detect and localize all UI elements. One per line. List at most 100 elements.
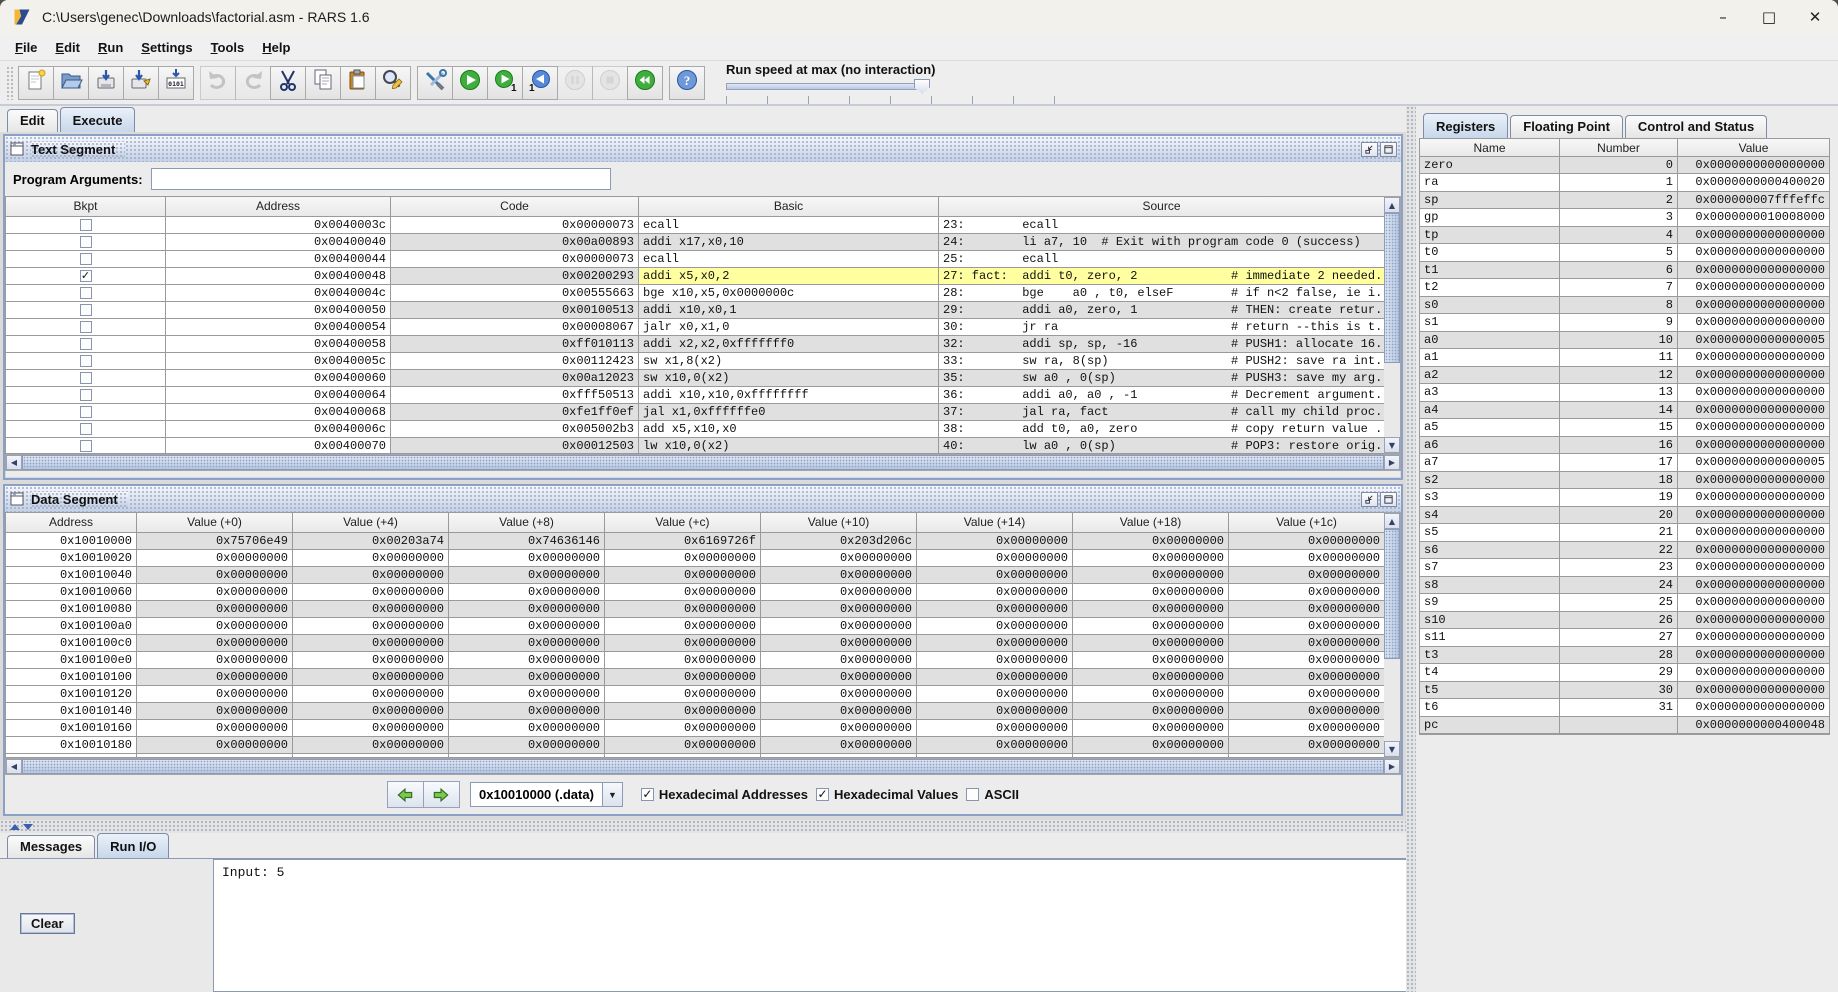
breakpoint-checkbox[interactable] [80,372,92,384]
register-value-cell[interactable]: 0x0000000000000000 [1678,419,1829,437]
value-cell[interactable]: 0x00000000 [1229,635,1384,652]
value-cell[interactable]: 0x00000000 [449,703,605,720]
register-value-cell[interactable]: 0x0000000000000000 [1678,297,1829,315]
register-value-cell[interactable]: 0x0000000000000005 [1678,332,1829,350]
value-cell[interactable]: 0x00000000 [761,737,917,754]
value-cell[interactable]: 0x00000000 [293,584,449,601]
register-value-cell[interactable]: 0x0000000000000000 [1678,402,1829,420]
value-cell[interactable]: 0x00000000 [1229,686,1384,703]
value-cell[interactable]: 0x00000000 [1229,567,1384,584]
scrollbar-thumb[interactable] [1384,529,1400,659]
data-segment-vscrollbar[interactable]: ▲ ▼ [1384,512,1401,758]
assemble-button[interactable] [417,66,453,100]
frame-iconify-button[interactable] [1361,492,1378,507]
value-cell[interactable]: 0x00000000 [449,652,605,669]
value-cell[interactable]: 0x00000000 [605,737,761,754]
value-cell[interactable]: 0x74636146 [449,533,605,550]
breakpoint-checkbox[interactable] [80,304,92,316]
scroll-up-icon[interactable]: ▲ [1384,513,1400,529]
value-cell[interactable]: 0x00000000 [605,601,761,618]
breakpoint-checkbox[interactable] [80,287,92,299]
value-cell[interactable]: 0x00000000 [1229,737,1384,754]
value-cell[interactable]: 0x00000000 [917,686,1073,703]
value-cell[interactable]: 0x00000000 [1229,584,1384,601]
breakpoint-checkbox[interactable] [80,440,92,452]
checkbox-ascii[interactable]: ASCII [966,787,1019,802]
run-step-button[interactable]: 1 [487,66,523,100]
scroll-left-icon[interactable]: ◀ [6,759,22,774]
frame-maximize-button[interactable] [1380,142,1397,157]
value-cell[interactable]: 0x00000000 [1073,618,1229,635]
value-cell[interactable]: 0x00000000 [1229,618,1384,635]
register-value-cell[interactable]: 0x0000000000000000 [1678,524,1829,542]
text-segment-hscrollbar[interactable]: ◀ ▶ [5,454,1401,471]
register-value-cell[interactable]: 0x0000000000000000 [1678,647,1829,665]
value-cell[interactable]: 0x00000000 [761,720,917,737]
new-file-button[interactable] [18,66,54,100]
register-value-cell[interactable]: 0x0000000000000000 [1678,594,1829,612]
value-cell[interactable]: 0x00000000 [761,703,917,720]
scroll-down-icon[interactable]: ▼ [1384,437,1400,453]
scroll-right-icon[interactable]: ▶ [1384,759,1400,774]
register-value-cell[interactable]: 0x0000000000400048 [1678,717,1829,735]
register-value-cell[interactable]: 0x0000000000000000 [1678,489,1829,507]
save-file-button[interactable] [88,66,124,100]
run-speed-slider-track[interactable] [726,83,922,90]
value-cell[interactable]: 0x00000000 [449,635,605,652]
register-value-cell[interactable]: 0x0000000000000000 [1678,612,1829,630]
value-cell[interactable]: 0x00000000 [449,601,605,618]
value-cell[interactable]: 0x00000000 [449,584,605,601]
data-segment-hscrollbar[interactable]: ◀ ▶ [5,758,1401,775]
horizontal-split-divider[interactable] [0,820,1406,833]
register-value-cell[interactable]: 0x0000000000000000 [1678,157,1829,175]
value-cell[interactable]: 0x00000000 [605,550,761,567]
checkbox-hexadecimal-addresses[interactable]: ✓Hexadecimal Addresses [641,787,808,802]
value-cell[interactable]: 0x00000000 [917,550,1073,567]
value-cell[interactable]: 0x00000000 [605,635,761,652]
value-cell[interactable]: 0x00000000 [1229,720,1384,737]
value-cell[interactable]: 0x00000000 [1073,533,1229,550]
register-value-cell[interactable]: 0x0000000000000000 [1678,244,1829,262]
value-cell[interactable]: 0x00000000 [449,618,605,635]
value-cell[interactable]: 0x00000000 [1073,652,1229,669]
register-value-cell[interactable]: 0x0000000000400020 [1678,174,1829,192]
maximize-button[interactable]: □ [1746,0,1792,34]
value-cell[interactable]: 0x00000000 [917,703,1073,720]
value-cell[interactable]: 0x00000000 [1073,550,1229,567]
menu-help[interactable]: Help [253,37,299,58]
value-cell[interactable]: 0x00000000 [917,618,1073,635]
value-cell[interactable]: 0x00000000 [293,652,449,669]
register-value-cell[interactable]: 0x0000000000000005 [1678,454,1829,472]
value-cell[interactable]: 0x00000000 [605,652,761,669]
tab-run-i-o[interactable]: Run I/O [97,833,169,858]
value-cell[interactable]: 0x00000000 [761,635,917,652]
value-cell[interactable]: 0x00000000 [1229,669,1384,686]
value-cell[interactable]: 0x00000000 [605,703,761,720]
value-cell[interactable]: 0x00000000 [293,686,449,703]
value-cell[interactable]: 0x00000000 [449,550,605,567]
tab-edit[interactable]: Edit [7,109,58,132]
menu-tools[interactable]: Tools [202,37,254,58]
value-cell[interactable]: 0x00000000 [449,669,605,686]
menu-run[interactable]: Run [89,37,132,58]
memory-segment-combobox[interactable]: 0x10010000 (.data) ▼ [470,782,623,807]
value-cell[interactable]: 0x00000000 [137,550,293,567]
value-cell[interactable]: 0x00000000 [137,601,293,618]
cut-button[interactable] [270,66,306,100]
clear-button[interactable]: Clear [20,913,75,934]
value-cell[interactable]: 0x00000000 [917,652,1073,669]
value-cell[interactable]: 0x00000000 [137,686,293,703]
tab-control-and-status[interactable]: Control and Status [1625,115,1767,138]
value-cell[interactable]: 0x00000000 [449,686,605,703]
breakpoint-checkbox[interactable] [80,253,92,265]
value-cell[interactable]: 0x00000000 [1229,550,1384,567]
value-cell[interactable]: 0x00000000 [605,686,761,703]
divider-expand-down-icon[interactable] [23,824,33,830]
value-cell[interactable]: 0x00000000 [137,584,293,601]
value-cell[interactable]: 0x00000000 [917,737,1073,754]
value-cell[interactable]: 0x00000000 [449,737,605,754]
value-cell[interactable]: 0x00000000 [1073,703,1229,720]
value-cell[interactable]: 0x00000000 [761,686,917,703]
register-value-cell[interactable]: 0x0000000000000000 [1678,279,1829,297]
value-cell[interactable]: 0x00000000 [761,584,917,601]
